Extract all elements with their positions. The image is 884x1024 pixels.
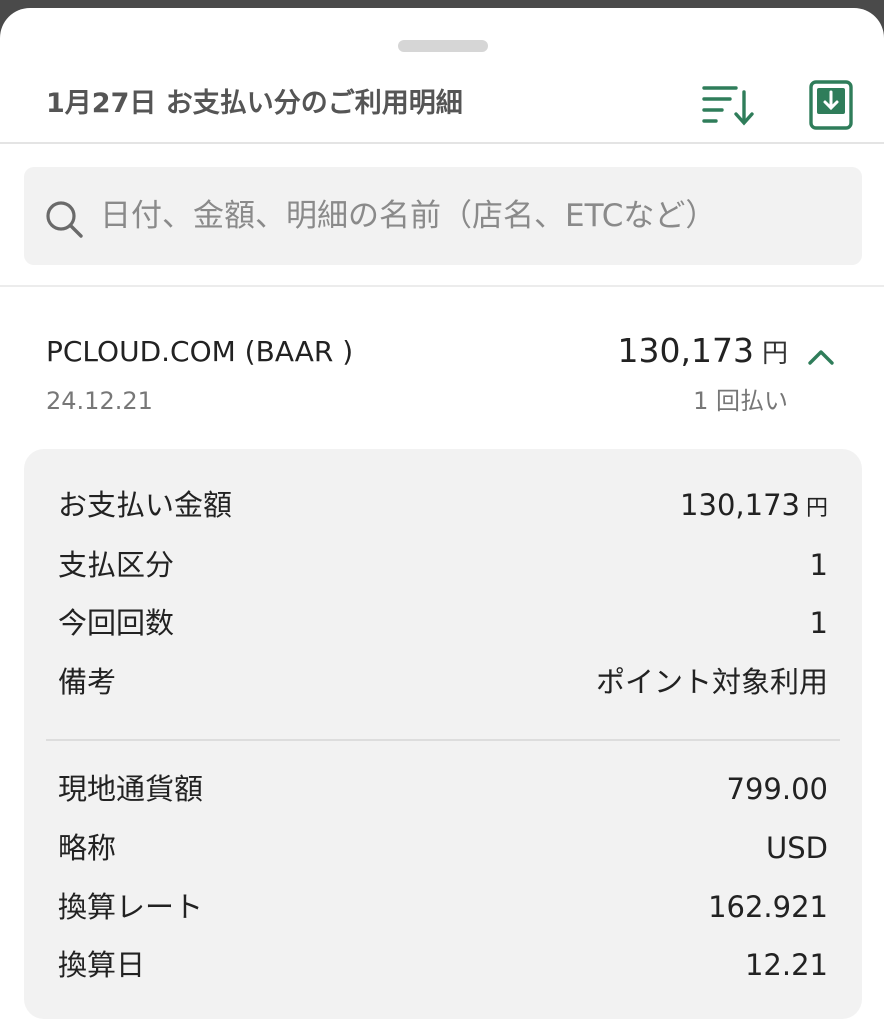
merchant-name: PCLOUD.COM (BAAR ) [46, 335, 354, 368]
transaction-date: 24.12.21 [46, 387, 153, 415]
search-bar[interactable] [24, 167, 862, 265]
transaction-row[interactable]: PCLOUD.COM (BAAR ) 24.12.21 130,173 円 1 回… [0, 308, 884, 438]
detail-value: 130,173 円 [680, 483, 828, 531]
download-icon [809, 80, 853, 130]
detail-label: 支払区分 [58, 548, 175, 582]
detail-label: お支払い金額 [58, 488, 233, 522]
detail-row-payment-amount: お支払い金額 130,173 円 [58, 483, 828, 527]
sort-descending-icon [702, 86, 754, 126]
detail-value: 162.921 [708, 890, 828, 924]
search-input[interactable] [100, 187, 840, 245]
amount-value: 130,173 [617, 331, 754, 370]
detail-row-conversion-date: 換算日 12.21 [58, 943, 828, 987]
detail-value: ポイント対象利用 [595, 665, 828, 699]
detail-row-exchange-rate: 換算レート 162.921 [58, 885, 828, 929]
sort-button[interactable] [700, 82, 756, 128]
list-divider [0, 285, 884, 287]
detail-divider [46, 739, 840, 741]
detail-label: 今回回数 [58, 606, 175, 640]
detail-row-remarks: 備考 ポイント対象利用 [58, 660, 828, 704]
detail-label: 現地通貨額 [58, 772, 204, 806]
transaction-detail-panel: お支払い金額 130,173 円 支払区分 1 今回回数 1 備考 ポイント対象利… [24, 449, 862, 1019]
detail-value: 799.00 [726, 772, 828, 806]
detail-row-payment-type: 支払区分 1 [58, 543, 828, 587]
chevron-up-icon[interactable] [806, 346, 836, 368]
detail-row-installment-count: 今回回数 1 [58, 601, 828, 645]
detail-label: 備考 [58, 665, 117, 699]
detail-value: USD [766, 831, 828, 865]
installment-label: 1 回払い [693, 387, 788, 415]
payment-amount-unit: 円 [805, 496, 828, 521]
detail-value: 1 [809, 548, 828, 582]
payment-amount-value: 130,173 [680, 488, 800, 522]
download-button[interactable] [808, 79, 854, 131]
sheet-grabber-handle[interactable] [398, 40, 488, 52]
statement-sheet: 1月27日 お支払い分のご利用明細 日付、金額、明細の名前（店名、ETCなど） … [0, 8, 884, 1024]
detail-label: 換算日 [58, 948, 146, 982]
header-divider [0, 142, 884, 144]
search-icon [46, 201, 83, 238]
page-title: 1月27日 お支払い分のご利用明細 [46, 88, 463, 119]
transaction-amount: 130,173 円 [618, 330, 788, 375]
detail-label: 換算レート [58, 890, 204, 924]
detail-label: 略称 [58, 831, 117, 865]
detail-value: 1 [809, 606, 828, 640]
detail-row-currency-code: 略称 USD [58, 826, 828, 870]
amount-unit: 円 [761, 339, 788, 369]
detail-value: 12.21 [744, 948, 828, 982]
detail-row-local-amount: 現地通貨額 799.00 [58, 767, 828, 811]
